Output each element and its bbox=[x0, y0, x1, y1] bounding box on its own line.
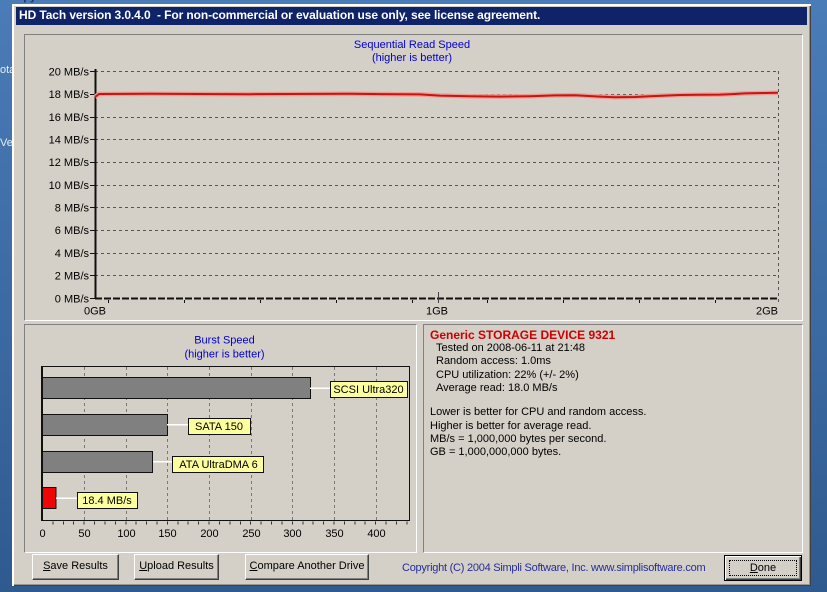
svg-text:SATA 150: SATA 150 bbox=[195, 421, 243, 433]
svg-text:20 MB/s: 20 MB/s bbox=[49, 67, 90, 79]
svg-text:12 MB/s: 12 MB/s bbox=[49, 157, 90, 169]
svg-text:100: 100 bbox=[117, 528, 135, 540]
svg-text:(higher is better): (higher is better) bbox=[372, 52, 452, 64]
svg-text:200: 200 bbox=[200, 528, 218, 540]
svg-text:0GB: 0GB bbox=[84, 306, 106, 318]
svg-text:1GB: 1GB bbox=[426, 306, 448, 318]
svg-text:18 MB/s: 18 MB/s bbox=[49, 89, 90, 101]
svg-text:14 MB/s: 14 MB/s bbox=[49, 135, 90, 147]
svg-text:(higher is better): (higher is better) bbox=[184, 349, 264, 361]
svg-text:ATA UltraDMA 6: ATA UltraDMA 6 bbox=[179, 459, 257, 471]
svg-text:SCSI Ultra320: SCSI Ultra320 bbox=[333, 384, 403, 396]
svg-text:6 MB/s: 6 MB/s bbox=[55, 225, 90, 237]
svg-text:18.4 MB/s: 18.4 MB/s bbox=[82, 495, 132, 507]
svg-text:Sequential Read Speed: Sequential Read Speed bbox=[354, 39, 470, 51]
svg-text:150: 150 bbox=[158, 528, 176, 540]
svg-text:4 MB/s: 4 MB/s bbox=[55, 248, 90, 260]
svg-text:10 MB/s: 10 MB/s bbox=[49, 180, 90, 192]
svg-text:0: 0 bbox=[39, 528, 45, 540]
svg-text:400: 400 bbox=[367, 528, 385, 540]
svg-text:8 MB/s: 8 MB/s bbox=[55, 203, 90, 215]
svg-text:50: 50 bbox=[78, 528, 90, 540]
svg-text:16 MB/s: 16 MB/s bbox=[49, 112, 90, 124]
svg-text:250: 250 bbox=[242, 528, 260, 540]
svg-text:350: 350 bbox=[325, 528, 343, 540]
svg-text:300: 300 bbox=[283, 528, 301, 540]
svg-text:2 MB/s: 2 MB/s bbox=[55, 271, 90, 283]
svg-text:2GB: 2GB bbox=[756, 306, 778, 318]
svg-text:Burst Speed: Burst Speed bbox=[194, 335, 255, 347]
svg-text:0 MB/s: 0 MB/s bbox=[55, 294, 90, 306]
